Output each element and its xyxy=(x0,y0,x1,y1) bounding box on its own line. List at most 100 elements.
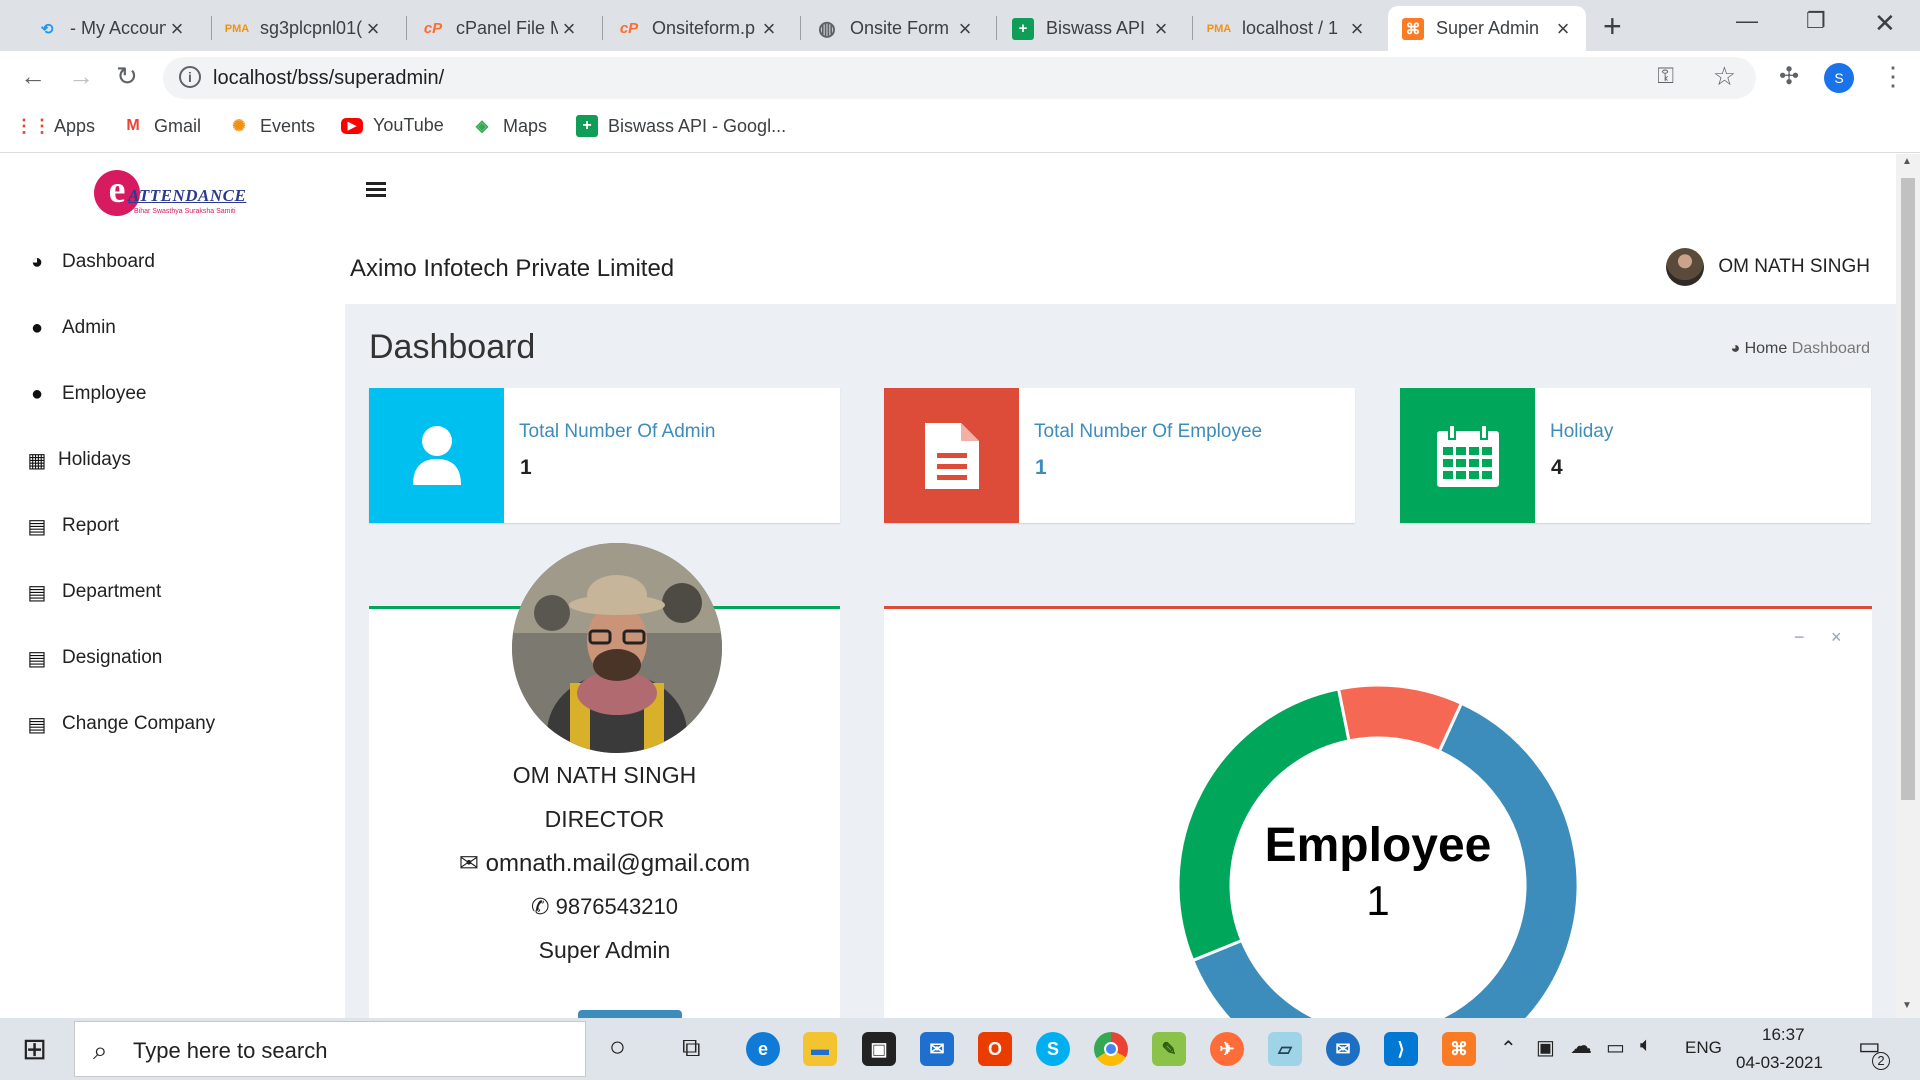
new-tab-button[interactable]: + xyxy=(1603,8,1622,45)
close-icon[interactable]: × xyxy=(1831,627,1842,648)
close-icon[interactable]: × xyxy=(1346,16,1368,42)
close-icon[interactable]: × xyxy=(954,16,976,42)
site-info-icon[interactable]: i xyxy=(179,66,201,88)
chrome-menu-icon[interactable]: ⋮ xyxy=(1880,61,1906,92)
sidebar-item-employee[interactable]: ● Employee xyxy=(0,369,345,419)
tab-onsite-form[interactable]: ◍ Onsite Form × xyxy=(802,6,988,51)
search-icon: ⌕ xyxy=(93,1035,108,1065)
minimize-icon[interactable]: − xyxy=(1794,627,1805,648)
tab-onsiteform[interactable]: cP Onsiteform.p × xyxy=(604,6,792,51)
chrome-icon[interactable] xyxy=(1094,1032,1128,1066)
tab-cpanel-file[interactable]: cP cPanel File M × xyxy=(408,6,592,51)
breadcrumb-home[interactable]: Home xyxy=(1745,340,1788,357)
close-icon[interactable]: × xyxy=(362,16,384,42)
windows-start-icon[interactable]: ⊞ xyxy=(22,1032,47,1067)
bookmark-maps[interactable]: ◈ Maps xyxy=(471,115,547,137)
edge-icon[interactable]: e xyxy=(746,1032,780,1066)
extensions-icon[interactable]: ✣ xyxy=(1779,62,1799,91)
sidebar-item-label: Dashboard xyxy=(62,251,155,272)
file-icon: ▤ xyxy=(27,647,47,670)
sidebar-item-report[interactable]: ▤ Report xyxy=(0,501,345,551)
sidebar-item-change-company[interactable]: ▤ Change Company xyxy=(0,699,345,749)
taskbar-search-box[interactable]: ⌕ Type here to search xyxy=(74,1021,586,1077)
close-icon[interactable]: × xyxy=(558,16,580,42)
profile-action-button[interactable] xyxy=(578,1010,682,1018)
user-menu[interactable]: OM NATH SINGH xyxy=(1666,248,1870,286)
close-icon[interactable]: × xyxy=(166,16,188,42)
sidebar-item-holidays[interactable]: ▦ Holidays xyxy=(0,435,345,485)
xampp-icon[interactable]: ⌘ xyxy=(1442,1032,1476,1066)
notepad-plus-icon[interactable]: ✎ xyxy=(1152,1032,1186,1066)
reload-button[interactable]: ↻ xyxy=(116,61,138,92)
volume-icon[interactable]: 🔈︎ xyxy=(1640,1034,1652,1057)
profile-avatar[interactable]: S xyxy=(1824,63,1854,93)
clock-time[interactable]: 16:37 xyxy=(1762,1025,1805,1045)
app-logo[interactable]: e ATTENDANCE Bihar Swasthya Suraksha Sam… xyxy=(94,168,254,224)
vscode-icon[interactable]: ⟩ xyxy=(1384,1032,1418,1066)
bookmark-gmail[interactable]: M Gmail xyxy=(122,115,201,137)
tab-biswass-api[interactable]: + Biswass API × xyxy=(998,6,1184,51)
address-bar[interactable]: i localhost/bss/superadmin/ ⚿ ☆ xyxy=(163,57,1756,99)
key-icon[interactable]: ⚿ xyxy=(1657,63,1674,89)
user-icon: ● xyxy=(30,316,44,339)
bookmark-apps[interactable]: ⋮⋮ Apps xyxy=(15,115,96,137)
notepad-icon[interactable]: ▱ xyxy=(1268,1032,1302,1066)
sidebar-item-admin[interactable]: ● Admin xyxy=(0,303,345,353)
battery-icon[interactable]: ▭ xyxy=(1606,1035,1625,1060)
donut-slice-2[interactable] xyxy=(1336,683,1464,754)
bookmark-biswass-api[interactable]: + Biswass API - Googl... xyxy=(576,115,786,137)
store-icon[interactable]: ▣ xyxy=(862,1032,896,1066)
task-view-icon[interactable]: ⧉ xyxy=(682,1032,701,1064)
meet-now-icon[interactable]: ▣ xyxy=(1536,1035,1555,1060)
thunderbird-icon[interactable]: ✉ xyxy=(1326,1032,1360,1066)
bookmark-events[interactable]: ✺ Events xyxy=(228,115,315,137)
events-icon: ✺ xyxy=(232,118,246,135)
breadcrumb: ◕ Home Dashboard xyxy=(1730,340,1870,358)
office-icon[interactable]: O xyxy=(978,1032,1012,1066)
scrollbar-thumb[interactable] xyxy=(1901,178,1915,800)
restore-window-button[interactable]: ❐ xyxy=(1806,8,1826,34)
sidebar-toggle-icon[interactable] xyxy=(366,182,386,198)
url-text[interactable]: localhost/bss/superadmin/ xyxy=(213,67,444,90)
close-window-button[interactable]: ✕ xyxy=(1874,8,1896,39)
close-icon[interactable]: × xyxy=(1552,16,1574,42)
info-box-icon xyxy=(369,388,504,523)
close-icon[interactable]: × xyxy=(1150,16,1172,42)
bookmark-star-icon[interactable]: ☆ xyxy=(1713,61,1736,92)
tab-localhost[interactable]: PMA localhost / 1 × xyxy=(1194,6,1380,51)
file-explorer-icon[interactable]: ▬ xyxy=(803,1032,837,1066)
bookmark-label: Gmail xyxy=(154,115,202,136)
scroll-up-icon[interactable]: ▲ xyxy=(1902,156,1912,167)
network-icon[interactable]: ☁ xyxy=(1570,1033,1592,1059)
bookmarks-bar: ⋮⋮ Apps M Gmail ✺ Events ▶ YouTube ◈ Map… xyxy=(0,105,1920,153)
employee-donut-chart: Employee 1 xyxy=(1176,683,1580,1018)
sidebar-item-designation[interactable]: ▤ Designation xyxy=(0,633,345,683)
bookmark-youtube[interactable]: ▶ YouTube xyxy=(341,115,444,136)
sidebar-item-department[interactable]: ▤ Department xyxy=(0,567,345,617)
scroll-down-icon[interactable]: ▼ xyxy=(1902,1000,1912,1011)
info-box-value: 1 xyxy=(1035,456,1047,479)
profile-phone: ✆ 9876543210 xyxy=(531,894,678,919)
cortana-icon[interactable]: ○ xyxy=(609,1031,626,1063)
file-icon: ▤ xyxy=(27,515,47,538)
tab-title: Onsite Form xyxy=(850,18,950,38)
mail-icon[interactable]: ✉ xyxy=(920,1032,954,1066)
minimize-window-button[interactable]: — xyxy=(1736,8,1758,34)
close-icon[interactable]: × xyxy=(758,16,780,42)
bookmark-label: Apps xyxy=(54,115,96,136)
back-button[interactable]: ← xyxy=(20,61,46,92)
tab-super-admin[interactable]: ⌘ Super Admin × xyxy=(1388,6,1586,51)
page-scrollbar[interactable]: ▲ ▼ xyxy=(1896,154,1920,1018)
forward-button[interactable]: → xyxy=(68,61,94,92)
profile-type: Super Admin xyxy=(538,937,671,963)
bookmark-label: Biswass API - Googl... xyxy=(608,115,787,136)
swirl-icon: ⟲ xyxy=(40,20,54,38)
language-indicator[interactable]: ENG xyxy=(1685,1038,1722,1058)
postman-icon[interactable]: ✈ xyxy=(1210,1032,1244,1066)
clock-date[interactable]: 04-03-2021 xyxy=(1736,1053,1823,1073)
show-hidden-icons-icon[interactable]: ⌃ xyxy=(1500,1036,1517,1061)
tab-my-account[interactable]: ⟲ - My Accoun × xyxy=(22,6,200,51)
skype-icon[interactable]: S xyxy=(1036,1032,1070,1066)
tab-sg3plcpnl[interactable]: PMA sg3plcpnl01( × xyxy=(212,6,396,51)
sidebar-item-dashboard[interactable]: ◕ Dashboard xyxy=(0,237,345,287)
